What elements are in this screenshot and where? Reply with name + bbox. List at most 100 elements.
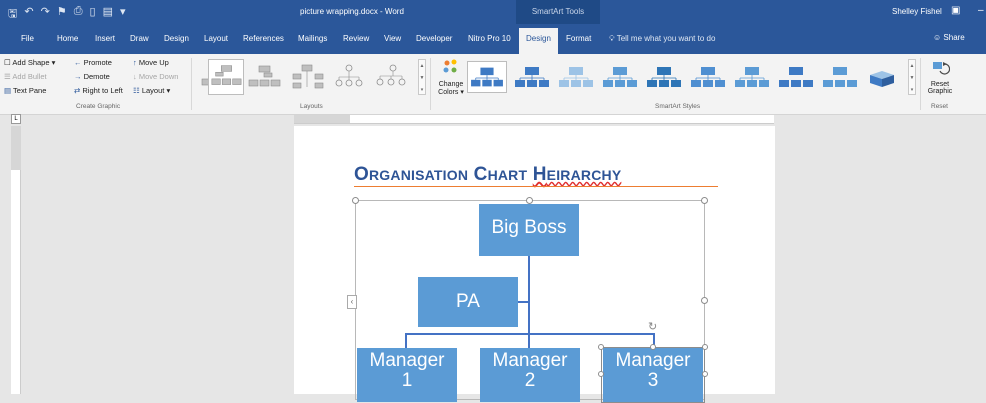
tell-me-text: Tell me what you want to do: [616, 34, 716, 43]
tab-developer[interactable]: Developer: [416, 34, 452, 43]
change-colors-label-2: Colors ▾: [438, 89, 464, 96]
customize-icon[interactable]: ▾: [120, 5, 126, 24]
promote-arrow-icon: ←: [74, 58, 82, 67]
connector-line: [528, 256, 530, 334]
format-painter-icon[interactable]: ⚑: [57, 5, 67, 24]
layout-icon: ☷: [133, 86, 140, 95]
redo-icon[interactable]: ↷: [41, 5, 50, 24]
tell-me-search[interactable]: 💡︎ Tell me what you want to do: [609, 34, 715, 44]
text-pane-label: Text Pane: [13, 86, 47, 95]
add-shape-button[interactable]: ☐ Add Shape ▾: [4, 58, 55, 67]
heading-word-3-rest: EIRARCHY: [546, 167, 622, 183]
heading-word-2-rest: HART: [487, 167, 528, 183]
layout-thumb-4[interactable]: [289, 59, 327, 95]
print-icon[interactable]: ⎙: [74, 5, 83, 24]
shape-resize-handle[interactable]: [598, 371, 604, 377]
org-node-big-boss[interactable]: Big Boss: [479, 204, 579, 256]
tab-design[interactable]: Design: [164, 34, 189, 43]
heading-word-1-cap: O: [354, 164, 369, 185]
right-to-left-button[interactable]: ⇄ Right to Left: [74, 86, 123, 95]
horizontal-ruler[interactable]: [294, 115, 774, 124]
demote-button[interactable]: → Demote: [74, 72, 110, 81]
frame-resize-handle[interactable]: [701, 297, 708, 304]
text-pane-icon: ▤: [4, 86, 12, 95]
reset-graphic-label-1: Reset: [930, 81, 950, 88]
heading-word-3-cap: H: [532, 164, 547, 185]
layout-thumb-2-selected[interactable]: [208, 59, 244, 95]
tab-nitro-pro[interactable]: Nitro Pro 10: [468, 34, 511, 43]
title-bar: 🖫 ↶ ↷ ⚑ ⎙ ▯ ▤ ▾ picture wrapping.docx - …: [0, 0, 986, 24]
add-bullet-button[interactable]: ☰ Add Bullet: [4, 72, 47, 81]
tab-draw[interactable]: Draw: [130, 34, 149, 43]
layouts-gallery-scroll[interactable]: ▲ ▼ ▾: [418, 59, 426, 95]
shape-resize-handle[interactable]: [702, 344, 708, 350]
ribbon-display-icon[interactable]: ▣: [951, 5, 960, 16]
ruler-margin-top: [11, 126, 21, 170]
connector-line: [405, 333, 655, 335]
heading-word-1-rest: RGANISATION: [368, 167, 469, 183]
move-down-button[interactable]: ↓ Move Down: [133, 72, 178, 81]
minimize-icon[interactable]: –: [978, 5, 984, 16]
undo-icon[interactable]: ↶: [24, 5, 33, 24]
tab-smartart-design[interactable]: Design: [519, 28, 558, 54]
right-to-left-label: Right to Left: [82, 86, 123, 95]
style-thumb-10-3d[interactable]: [864, 61, 904, 93]
shape-resize-handle[interactable]: [650, 344, 656, 350]
layout-thumb-3[interactable]: [246, 59, 284, 95]
tab-format[interactable]: Format: [566, 34, 591, 43]
style-thumb-9[interactable]: [820, 61, 860, 93]
ribbon-tabs: File Home Insert Draw Design Layout Refe…: [0, 24, 986, 54]
style-thumb-4[interactable]: [600, 61, 640, 93]
move-up-button[interactable]: ↑ Move Up: [133, 58, 169, 67]
manager-2-line-1: Manager: [492, 350, 568, 371]
promote-button[interactable]: ← Promote: [74, 58, 112, 67]
tab-selector[interactable]: L: [11, 114, 21, 124]
tab-mailings[interactable]: Mailings: [298, 34, 327, 43]
tab-view[interactable]: View: [384, 34, 401, 43]
tab-insert[interactable]: Insert: [95, 34, 115, 43]
promote-label: Promote: [83, 58, 112, 67]
layout-thumb-5[interactable]: [330, 59, 368, 95]
connector-line: [518, 301, 529, 303]
frame-resize-handle[interactable]: [701, 197, 708, 204]
style-thumb-3[interactable]: [556, 61, 596, 93]
tab-layout[interactable]: Layout: [204, 34, 228, 43]
style-thumb-1-selected[interactable]: [467, 61, 507, 93]
style-thumb-5[interactable]: [644, 61, 684, 93]
layout-label: Layout: [141, 86, 165, 95]
tab-review[interactable]: Review: [343, 34, 369, 43]
style-thumb-8[interactable]: [776, 61, 816, 93]
reset-graphic-button[interactable]: Reset Graphic: [925, 58, 955, 95]
layout-thumb-6[interactable]: [371, 59, 409, 95]
frame-resize-handle[interactable]: [352, 197, 359, 204]
document-heading[interactable]: ORGANISATION CHART HEIRARCHY: [354, 164, 621, 186]
quick-access-toolbar: 🖫 ↶ ↷ ⚑ ⎙ ▯ ▤ ▾: [8, 5, 126, 24]
text-pane-toggle[interactable]: ‹: [347, 295, 357, 309]
change-colors-button[interactable]: Change Colors ▾: [435, 58, 467, 102]
rotate-handle-icon[interactable]: ↻: [648, 321, 660, 333]
style-thumb-6[interactable]: [688, 61, 728, 93]
shape-resize-handle[interactable]: [702, 371, 708, 377]
frame-resize-handle[interactable]: [526, 197, 533, 204]
tab-references[interactable]: References: [243, 34, 284, 43]
add-bullet-icon: ☰: [4, 72, 11, 81]
style-thumb-7[interactable]: [732, 61, 772, 93]
org-node-pa[interactable]: PA: [418, 277, 518, 327]
reset-group-label: Reset: [931, 103, 948, 110]
shape-resize-handle[interactable]: [598, 344, 604, 350]
move-down-label: Move Down: [138, 72, 179, 81]
tab-home[interactable]: Home: [57, 34, 78, 43]
manager-1-line-2: 1: [401, 370, 413, 391]
reset-graphic-icon: [933, 62, 951, 75]
share-button[interactable]: ☺ Share: [933, 33, 965, 42]
text-pane-button[interactable]: ▤ Text Pane: [4, 86, 46, 95]
style-thumb-2[interactable]: [512, 61, 552, 93]
tab-file[interactable]: File: [21, 34, 34, 43]
save-icon[interactable]: 🖫: [8, 5, 17, 24]
styles-gallery-scroll[interactable]: ▲ ▼ ▾: [908, 59, 916, 95]
new-doc-icon[interactable]: ▯: [90, 5, 96, 24]
vertical-ruler[interactable]: [11, 126, 21, 394]
open-icon[interactable]: ▤: [103, 5, 113, 24]
layout-dropdown-button[interactable]: ☷ Layout ▾: [133, 86, 170, 95]
user-name[interactable]: Shelley Fishel: [892, 7, 942, 16]
